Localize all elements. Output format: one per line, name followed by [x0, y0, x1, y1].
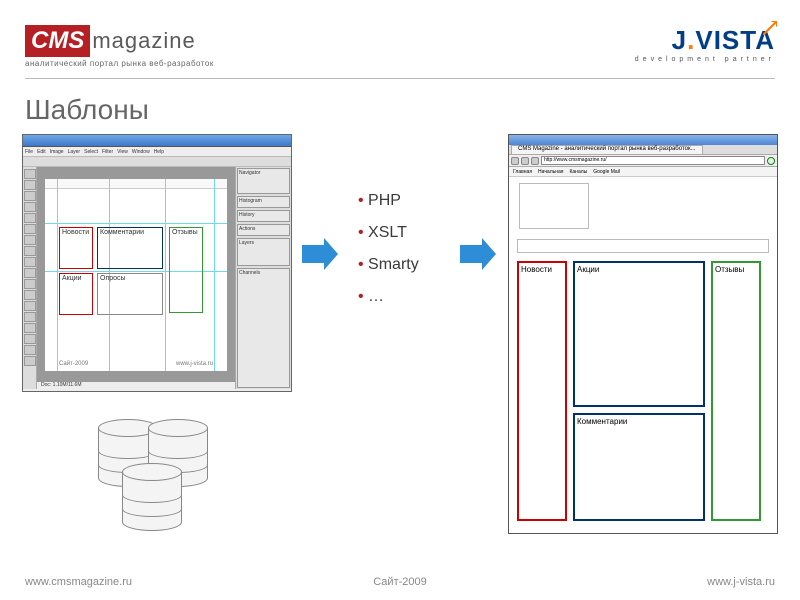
slide-header: CMS magazine аналитический портал рынка … [0, 0, 800, 78]
back-icon [511, 157, 519, 165]
bookmark-item: Главная [513, 169, 532, 175]
photoshop-toolbox [23, 167, 37, 389]
photoshop-panels: Navigator Histogram History Actions Laye… [235, 167, 291, 389]
panel-actions: Actions [237, 224, 290, 236]
forward-icon [521, 157, 529, 165]
arrow-right-icon [460, 238, 496, 270]
go-icon [767, 157, 775, 165]
browser-window-mockup: CMS Magazine - аналитический портал рынк… [508, 134, 778, 534]
panel-navigator: Navigator [237, 168, 290, 194]
browser-tab: CMS Magazine - аналитический портал рынк… [511, 145, 703, 154]
jvista-j: J [672, 25, 687, 55]
jvista-logo: J.VISTA development partner [635, 25, 775, 63]
cms-logo-box: CMS [25, 25, 90, 57]
slide-content: FileEditImageLayerSelectFilterViewWindow… [0, 134, 800, 554]
panel-layers: Layers [237, 238, 290, 266]
photoshop-titlebar [23, 135, 291, 147]
page-block-actions: Акции [573, 261, 705, 407]
slide-title: Шаблоны [25, 94, 800, 126]
browser-bookmarks-bar: Главная Начальная Каналы Google Mail [509, 167, 777, 177]
panel-history: History [237, 210, 290, 222]
list-item: XSLT [358, 224, 419, 242]
guide-line [45, 223, 227, 224]
photoshop-menubar: FileEditImageLayerSelectFilterViewWindow… [23, 147, 291, 157]
ps-block-comments: Комментарии [97, 227, 163, 269]
ps-doc-footer-left: Сайт-2009 [59, 361, 88, 367]
browser-tabbar: CMS Magazine - аналитический портал рынк… [509, 145, 777, 155]
cms-logo-subtitle: аналитический портал рынка веб-разработо… [25, 59, 214, 68]
panel-histogram: Histogram [237, 196, 290, 208]
header-divider [25, 78, 775, 79]
photoshop-document: Новости Комментарии Отзывы Акции Опросы … [45, 179, 227, 371]
page-logo-placeholder [519, 183, 589, 229]
arrow-right-icon [302, 238, 338, 270]
photoshop-options-bar [23, 157, 291, 167]
footer-right: www.j-vista.ru [707, 576, 775, 588]
list-item: PHP [358, 192, 419, 210]
page-block-reviews: Отзывы [711, 261, 761, 521]
guide-line [57, 179, 58, 371]
ruler-icon [45, 179, 227, 189]
browser-url-bar: http://www.cmsmagazine.ru/ [509, 155, 777, 167]
footer-center: Сайт-2009 [373, 576, 427, 588]
cms-logo-text: magazine [92, 28, 195, 54]
page-block-news: Новости [517, 261, 567, 521]
address-field: http://www.cmsmagazine.ru/ [541, 156, 765, 165]
templates-bullet-list: PHP XSLT Smarty … [358, 192, 419, 320]
cylinder-icon [122, 463, 182, 531]
browser-titlebar [509, 135, 777, 145]
ps-doc-footer-right: www.j-vista.ru [176, 361, 213, 367]
guide-line [214, 179, 215, 371]
footer-left: www.cmsmagazine.ru [25, 576, 132, 588]
page-search-placeholder [517, 239, 769, 253]
ps-block-reviews: Отзывы [169, 227, 203, 313]
browser-viewport: Новости Акции Отзывы Комментарии [509, 177, 777, 533]
bookmark-item: Google Mail [593, 169, 620, 175]
panel-channels: Channels [237, 268, 290, 388]
photoshop-status-bar: Doc: 1.10M/11.6M [37, 381, 235, 389]
page-block-comments: Комментарии [573, 413, 705, 521]
ps-block-polls: Опросы [97, 273, 163, 315]
ps-block-news: Новости [59, 227, 93, 269]
cms-magazine-logo: CMS magazine аналитический портал рынка … [25, 25, 214, 68]
photoshop-canvas-area: Новости Комментарии Отзывы Акции Опросы … [37, 167, 235, 389]
jvista-subtitle: development partner [635, 56, 775, 63]
list-item: Smarty [358, 256, 419, 274]
photoshop-window-mockup: FileEditImageLayerSelectFilterViewWindow… [22, 134, 292, 392]
guide-line [165, 179, 166, 371]
list-item: … [358, 288, 419, 306]
jvista-arrow-icon [763, 21, 777, 35]
slide-footer: www.cmsmagazine.ru Сайт-2009 www.j-vista… [25, 576, 775, 588]
bookmark-item: Каналы [569, 169, 587, 175]
reload-icon [531, 157, 539, 165]
ps-block-actions: Акции [59, 273, 93, 315]
database-cylinders-icon [98, 419, 218, 549]
bookmark-item: Начальная [538, 169, 563, 175]
